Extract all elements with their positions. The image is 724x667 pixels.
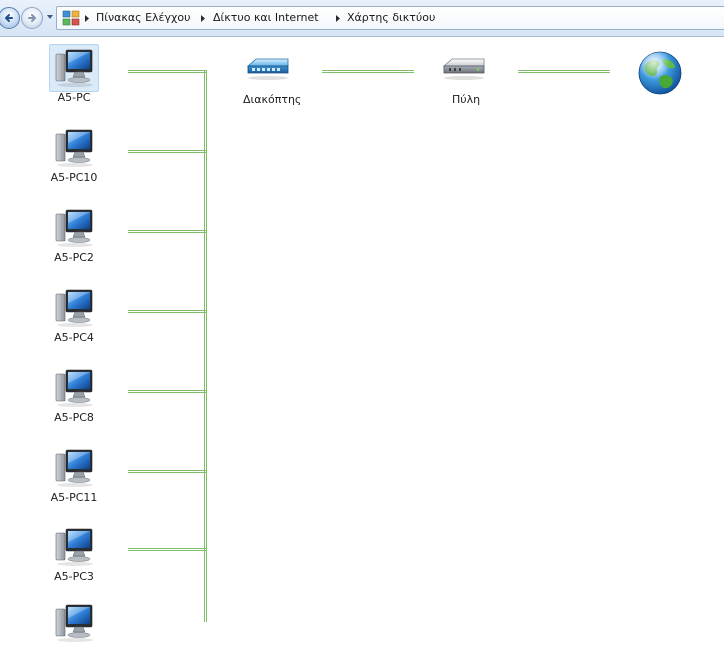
computer-label: A5-PC <box>57 91 91 104</box>
computer-icon <box>53 208 95 248</box>
network-link <box>128 470 206 473</box>
network-link <box>128 70 206 73</box>
gateway-label: Πύλη <box>452 93 481 106</box>
computer-node[interactable]: A5-PC4 <box>39 288 109 352</box>
breadcrumb-network-map[interactable]: Χάρτης δικτύου <box>347 10 435 26</box>
network-link <box>128 310 206 313</box>
switch-label: Διακόπτης <box>243 93 302 106</box>
computer-label: A5-PC10 <box>50 171 98 184</box>
computer-node[interactable]: A5-PC11 <box>39 448 109 512</box>
network-link <box>128 150 206 153</box>
computer-label: A5-PC3 <box>54 570 94 583</box>
breadcrumb-network-internet[interactable]: Δίκτυο και Internet <box>213 10 319 26</box>
computer-icon <box>53 527 95 567</box>
computer-node[interactable]: A5-PC <box>39 44 109 112</box>
forward-button[interactable] <box>21 7 43 29</box>
computer-icon <box>53 448 95 488</box>
computer-icon <box>53 368 95 408</box>
gateway-icon[interactable] <box>440 56 488 82</box>
computer-label: A5-PC11 <box>50 491 98 504</box>
network-link <box>322 70 414 73</box>
back-arrow-icon <box>5 14 13 22</box>
address-bar: Πίνακας Ελέγχου Δίκτυο και Internet Χάρτ… <box>0 0 724 37</box>
breadcrumb-separator-icon[interactable] <box>201 15 206 22</box>
computer-icon <box>53 288 95 328</box>
computer-icon <box>53 48 95 88</box>
network-link <box>518 70 610 73</box>
computer-node[interactable]: A5-PC3 <box>39 527 109 591</box>
breadcrumb[interactable]: Πίνακας Ελέγχου Δίκτυο και Internet Χάρτ… <box>56 6 724 30</box>
computer-node[interactable]: A5-PC2 <box>39 208 109 272</box>
network-link <box>128 390 206 393</box>
computer-label: A5-PC8 <box>54 411 94 424</box>
computer-label: A5-PC4 <box>54 331 94 344</box>
computer-icon <box>53 128 95 168</box>
chevron-down-icon[interactable] <box>46 13 54 21</box>
network-link <box>128 230 206 233</box>
switch-icon[interactable] <box>244 56 292 82</box>
globe-icon[interactable] <box>637 50 683 96</box>
control-panel-icon[interactable] <box>62 9 80 27</box>
forward-arrow-icon <box>28 14 36 22</box>
network-link <box>128 548 206 551</box>
computer-node[interactable] <box>39 603 109 667</box>
computer-icon <box>53 603 95 643</box>
computer-node[interactable]: A5-PC10 <box>39 128 109 192</box>
back-button[interactable] <box>0 7 20 29</box>
computer-label: A5-PC2 <box>54 251 94 264</box>
breadcrumb-control-panel[interactable]: Πίνακας Ελέγχου <box>96 10 190 26</box>
computer-node[interactable]: A5-PC8 <box>39 368 109 432</box>
breadcrumb-separator-icon[interactable] <box>336 15 341 22</box>
breadcrumb-separator-icon[interactable] <box>85 15 90 22</box>
